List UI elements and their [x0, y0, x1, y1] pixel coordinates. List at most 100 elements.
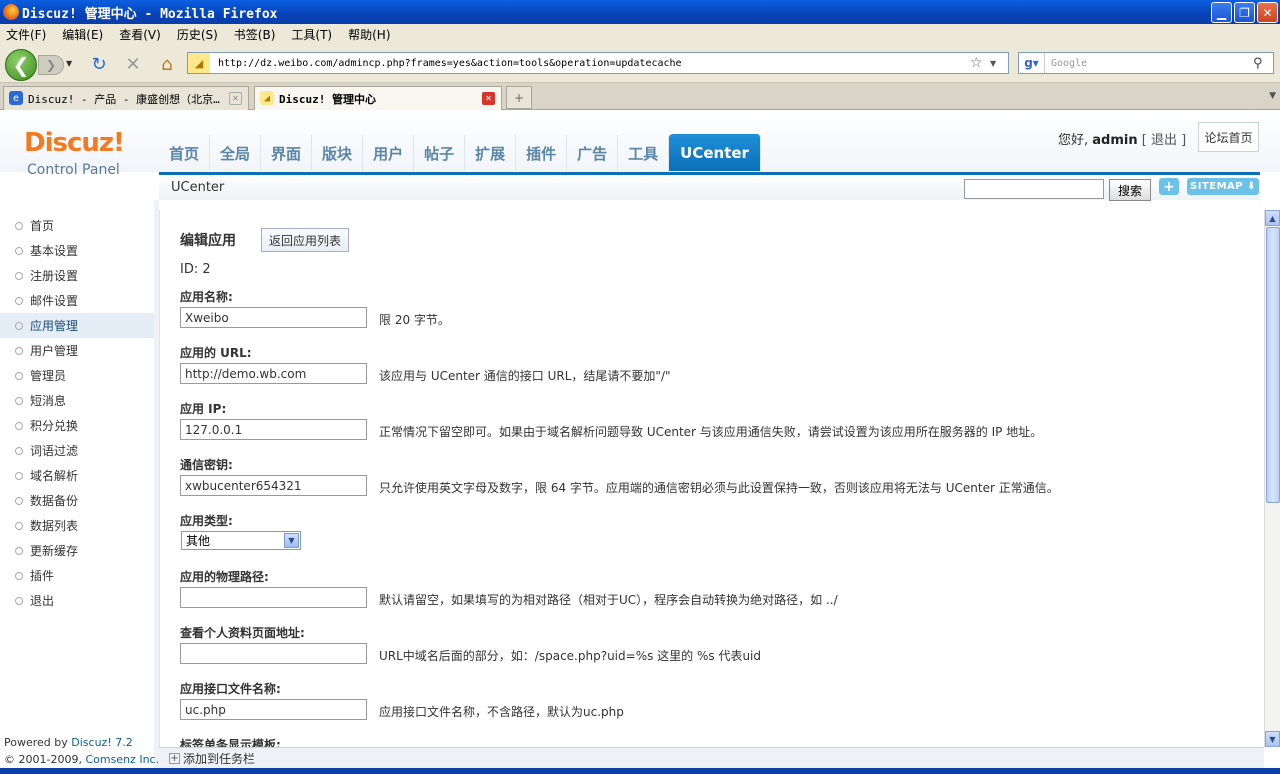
- nav-extensions[interactable]: 扩展: [465, 135, 517, 171]
- nav-home[interactable]: 首页: [159, 135, 211, 171]
- content-scrollbar[interactable]: ▲ ▼: [1264, 210, 1280, 747]
- discuz-logo[interactable]: Discuz! Control Panel: [24, 128, 125, 178]
- minimize-button[interactable]: ▁: [1211, 2, 1232, 23]
- sidebar-item-messages[interactable]: 短消息: [0, 388, 155, 413]
- nav-posts[interactable]: 帖子: [414, 135, 466, 171]
- history-dropdown-icon[interactable]: ▼: [66, 59, 72, 68]
- sidebar-item-data-list[interactable]: 数据列表: [0, 513, 155, 538]
- app-path-input[interactable]: [180, 587, 367, 608]
- site-identity-icon[interactable]: ◢: [188, 53, 210, 73]
- app-name-label: 应用名称:: [180, 290, 233, 304]
- add-to-taskbar-label: 添加到任务栏: [183, 752, 256, 766]
- tab-favicon-icon: e: [9, 91, 23, 105]
- logout-link[interactable]: [ 退出 ]: [1142, 133, 1186, 148]
- profile-url-hint: URL中域名后面的部分，如：/space.php?uid=%s 这里的 %s 代…: [379, 649, 761, 663]
- app-name-input[interactable]: [180, 307, 367, 328]
- sidebar-item-app-management[interactable]: 应用管理: [0, 313, 155, 338]
- app-ip-input[interactable]: [180, 419, 367, 440]
- chevron-down-icon[interactable]: ▼: [284, 533, 299, 548]
- new-tab-button[interactable]: +: [506, 86, 532, 109]
- menu-bookmarks[interactable]: 书签(B): [234, 26, 276, 43]
- forum-home-button[interactable]: 论坛首页: [1198, 122, 1259, 152]
- sidebar-item-register-settings[interactable]: 注册设置: [0, 263, 155, 288]
- api-filename-input[interactable]: [180, 699, 367, 720]
- add-shortcut-button[interactable]: +: [1159, 178, 1179, 195]
- sidebar-item-plugins[interactable]: 插件: [0, 563, 155, 588]
- form-title: 编辑应用: [180, 233, 236, 249]
- profile-url-input[interactable]: [180, 643, 367, 664]
- app-url-input[interactable]: [180, 363, 367, 384]
- firefox-logo-icon: [3, 4, 19, 20]
- home-button[interactable]: ⌂: [156, 53, 178, 75]
- scroll-down-icon[interactable]: ▼: [1265, 731, 1280, 747]
- comsenz-link[interactable]: Comsenz Inc.: [85, 753, 159, 766]
- sidebar-item-update-cache[interactable]: 更新缓存: [0, 538, 155, 563]
- sidebar-item-credit-exchange[interactable]: 积分兑换: [0, 413, 155, 438]
- close-tab-icon[interactable]: ✕: [229, 92, 242, 105]
- scroll-up-icon[interactable]: ▲: [1265, 210, 1280, 226]
- maximize-button[interactable]: ❐: [1234, 2, 1255, 23]
- tab-discuz-admin[interactable]: ◢ Discuz! 管理中心 ✕: [254, 86, 502, 110]
- discuz-version-link[interactable]: Discuz! 7.2: [71, 736, 132, 749]
- sidebar-item-mail-settings[interactable]: 邮件设置: [0, 288, 155, 313]
- menu-help[interactable]: 帮助(H): [348, 26, 390, 43]
- app-id: ID: 2: [180, 262, 211, 277]
- stop-button[interactable]: ✕: [122, 53, 144, 75]
- app-type-selected: 其他: [186, 534, 211, 548]
- sidebar-item-word-filter[interactable]: 词语过滤: [0, 438, 155, 463]
- sitemap-button[interactable]: SITEMAP ⬇: [1187, 178, 1259, 195]
- admin-search-input[interactable]: [964, 179, 1104, 199]
- app-path-hint: 默认请留空，如果填写的为相对路径（相对于UC），程序会自动转换为绝对路径，如 .…: [379, 593, 838, 607]
- close-tab-icon[interactable]: ✕: [482, 92, 495, 105]
- sidebar-item-home[interactable]: 首页: [0, 213, 155, 238]
- stop-icon: ✕: [125, 53, 141, 75]
- menu-file[interactable]: 文件(F): [6, 26, 46, 43]
- main-nav: 首页 全局 界面 版块 用户 帖子 扩展 插件 广告 工具 UCenter: [159, 125, 761, 171]
- web-search-bar[interactable]: g▾ Google ⚲: [1018, 52, 1274, 74]
- sidebar-item-logout[interactable]: 退出: [0, 588, 155, 613]
- search-icon[interactable]: ⚲: [1253, 56, 1273, 71]
- nav-ads[interactable]: 广告: [567, 135, 619, 171]
- reload-button[interactable]: ↻: [88, 53, 110, 75]
- window-title: Discuz! 管理中心 - Mozilla Firefox: [22, 6, 278, 22]
- url-dropdown-icon[interactable]: ▼: [990, 59, 1008, 68]
- nav-global[interactable]: 全局: [210, 135, 262, 171]
- bookmark-star-icon[interactable]: ☆: [970, 55, 990, 71]
- nav-tools[interactable]: 工具: [618, 135, 670, 171]
- web-search-input[interactable]: Google: [1045, 58, 1253, 69]
- nav-interface[interactable]: 界面: [261, 135, 313, 171]
- close-window-button[interactable]: ✕: [1257, 2, 1278, 23]
- tab-label: Discuz! - 产品 - 康盛创想（北京…: [28, 92, 220, 106]
- google-engine-icon[interactable]: g▾: [1019, 53, 1045, 73]
- comm-key-input[interactable]: [180, 475, 367, 496]
- profile-url-label: 查看个人资料页面地址:: [180, 626, 305, 640]
- tab-discuz-product[interactable]: e Discuz! - 产品 - 康盛创想（北京… ✕: [3, 86, 249, 110]
- url-text[interactable]: http://dz.weibo.com/admincp.php?frames=y…: [210, 58, 970, 69]
- menu-view[interactable]: 查看(V): [119, 26, 161, 43]
- nav-ucenter[interactable]: UCenter: [669, 134, 761, 171]
- menu-history[interactable]: 历史(S): [177, 26, 218, 43]
- nav-forums[interactable]: 版块: [312, 135, 364, 171]
- app-type-select[interactable]: 其他 ▼: [181, 531, 301, 550]
- forward-button[interactable]: ❯: [38, 55, 64, 75]
- sidebar-item-basic-settings[interactable]: 基本设置: [0, 238, 155, 263]
- sidebar-item-user-management[interactable]: 用户管理: [0, 338, 155, 363]
- menu-tools[interactable]: 工具(T): [291, 26, 332, 43]
- back-to-app-list-button[interactable]: 返回应用列表: [261, 228, 349, 252]
- menu-edit[interactable]: 编辑(E): [62, 26, 103, 43]
- sidebar-item-dns[interactable]: 域名解析: [0, 463, 155, 488]
- tab-label: Discuz! 管理中心: [279, 92, 376, 106]
- address-bar[interactable]: ◢ http://dz.weibo.com/admincp.php?frames…: [187, 52, 1009, 74]
- add-to-taskbar[interactable]: + 添加到任务栏: [169, 750, 255, 767]
- back-button[interactable]: ❮: [5, 49, 37, 81]
- powered-by: Powered by Discuz! 7.2 © 2001-2009, Coms…: [4, 734, 159, 768]
- tab-list-dropdown-icon[interactable]: ▼: [1269, 91, 1276, 101]
- scroll-thumb[interactable]: [1266, 227, 1280, 503]
- admin-search-button[interactable]: 搜索: [1109, 179, 1151, 201]
- sidebar-item-data-backup[interactable]: 数据备份: [0, 488, 155, 513]
- logo-brand: Discuz!: [24, 128, 125, 158]
- sidebar-item-admins[interactable]: 管理员: [0, 363, 155, 388]
- app-ip-hint: 正常情况下留空即可。如果由于域名解析问题导致 UCenter 与该应用通信失败，…: [379, 425, 1043, 439]
- nav-plugins[interactable]: 插件: [516, 135, 568, 171]
- nav-users[interactable]: 用户: [363, 135, 415, 171]
